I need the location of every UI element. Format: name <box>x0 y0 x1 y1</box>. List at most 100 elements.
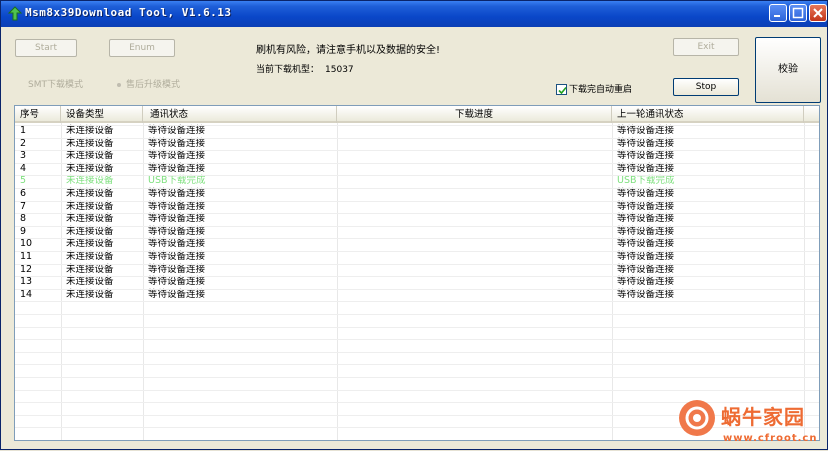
watermark-logo-icon <box>679 400 715 436</box>
start-button[interactable]: Start <box>15 39 77 57</box>
cell-comm-status: 等待设备连接 <box>148 276 206 288</box>
table-row[interactable]: 14 未连接设备 等待设备连接 等待设备连接 <box>15 288 819 302</box>
cell-device-type: 未连接设备 <box>66 238 114 250</box>
table-row[interactable]: 1 未连接设备 等待设备连接 等待设备连接 <box>15 125 819 138</box>
maximize-button[interactable] <box>789 4 807 22</box>
cell-index: 7 <box>20 200 27 212</box>
stop-button[interactable]: Stop <box>673 78 739 96</box>
table-row[interactable]: 7 未连接设备 等待设备连接 等待设备连接 <box>15 200 819 214</box>
cell-last-status: 等待设备连接 <box>617 200 675 212</box>
cell-last-status: 等待设备连接 <box>617 225 675 237</box>
table-row[interactable]: 9 未连接设备 等待设备连接 等待设备连接 <box>15 225 819 239</box>
column-header-index[interactable]: 序号 <box>15 106 61 123</box>
table-row[interactable]: 2 未连接设备 等待设备连接 等待设备连接 <box>15 137 819 151</box>
row-gridline <box>15 263 819 265</box>
minimize-icon <box>774 15 780 17</box>
column-header-progress[interactable]: 下载进度 <box>337 106 612 123</box>
auto-restart-checkbox[interactable]: 下载完自动重启 <box>556 82 632 95</box>
row-gridline <box>15 162 819 164</box>
cell-comm-status: 等待设备连接 <box>148 288 206 300</box>
cell-progress <box>337 289 342 302</box>
after-sales-mode-label: 售后升级模式 <box>126 80 181 90</box>
cell-index: 5 <box>20 175 27 187</box>
column-header-comm-status[interactable]: 通讯状态 <box>143 106 337 123</box>
cell-progress <box>337 125 342 138</box>
row-gridline <box>15 137 819 139</box>
cell-progress <box>337 201 342 214</box>
table-row[interactable]: 13 未连接设备 等待设备连接 等待设备连接 <box>15 276 819 289</box>
device-table: 序号 设备类型 通讯状态 下载进度 上一轮通讯状态 1 未连接设备 等待设备连接 等待… <box>14 105 820 441</box>
table-row[interactable]: 4 未连接设备 等待设备连接 等待设备连接 <box>15 162 819 176</box>
minimize-button[interactable] <box>769 4 787 22</box>
model-info: 当前下载机型： 15037 <box>256 62 354 75</box>
cell-progress <box>337 188 342 201</box>
row-gridline <box>15 326 819 328</box>
exit-button[interactable]: Exit <box>673 38 739 56</box>
cell-device-type: 未连接设备 <box>66 263 114 275</box>
table-row[interactable]: 11 未连接设备 等待设备连接 等待设备连接 <box>15 251 819 264</box>
row-gridline <box>15 175 819 177</box>
auto-restart-label: 下载完自动重启 <box>569 85 633 95</box>
row-gridline <box>15 251 819 252</box>
cell-comm-status: 等待设备连接 <box>148 150 206 162</box>
cell-device-type: 未连接设备 <box>66 213 114 225</box>
row-gridline <box>15 364 819 366</box>
cell-device-type: 未连接设备 <box>66 276 114 288</box>
verify-button[interactable]: 校验 <box>755 37 821 103</box>
row-gridline <box>15 377 819 378</box>
table-row[interactable]: 5 未连接设备 USB下载完成 USB下载完成 <box>15 175 819 188</box>
cell-index: 11 <box>20 251 33 262</box>
cell-device-type: 未连接设备 <box>66 288 114 300</box>
cell-last-status: 等待设备连接 <box>617 288 675 300</box>
row-gridline <box>15 200 819 202</box>
row-gridline <box>15 288 819 290</box>
cell-index: 3 <box>20 150 27 162</box>
smt-mode-option[interactable]: SMT下载模式 <box>28 77 83 90</box>
after-sales-mode-option[interactable]: 售后升级模式 <box>117 77 180 90</box>
cell-progress <box>337 276 342 289</box>
cell-last-status: 等待设备连接 <box>617 137 675 149</box>
column-header-device-type[interactable]: 设备类型 <box>61 106 143 123</box>
cell-progress <box>337 264 342 277</box>
checkbox-box[interactable] <box>556 84 567 95</box>
cell-last-status: 等待设备连接 <box>617 125 675 136</box>
table-header: 序号 设备类型 通讯状态 下载进度 上一轮通讯状态 <box>15 106 819 123</box>
table-row[interactable]: 10 未连接设备 等待设备连接 等待设备连接 <box>15 238 819 251</box>
cell-device-type: 未连接设备 <box>66 125 114 136</box>
row-gridline <box>15 389 819 391</box>
cell-comm-status: 等待设备连接 <box>148 188 206 199</box>
app-icon <box>7 6 23 21</box>
cell-last-status: 等待设备连接 <box>617 162 675 174</box>
row-gridline <box>15 276 819 278</box>
watermark: 蜗牛家园 www.cfroot.cn <box>677 399 828 451</box>
column-header-filler <box>804 106 819 123</box>
table-row[interactable]: 12 未连接设备 等待设备连接 等待设备连接 <box>15 263 819 277</box>
cell-progress <box>337 251 342 264</box>
cell-device-type: 未连接设备 <box>66 175 114 187</box>
cell-progress <box>337 213 342 226</box>
cell-index: 12 <box>20 263 33 275</box>
cell-index: 4 <box>20 162 27 174</box>
row-gridline <box>15 301 819 303</box>
column-header-last-status[interactable]: 上一轮通讯状态 <box>612 106 804 123</box>
cell-comm-status: 等待设备连接 <box>148 162 206 174</box>
row-gridline <box>15 339 819 341</box>
close-button[interactable] <box>809 4 827 22</box>
cell-device-type: 未连接设备 <box>66 188 114 199</box>
cell-device-type: 未连接设备 <box>66 150 114 162</box>
warning-text: 刷机有风险，请注意手机以及数据的安全! <box>256 45 441 56</box>
enum-button[interactable]: Enum <box>109 39 175 57</box>
cell-progress <box>337 238 342 251</box>
cell-progress <box>337 138 342 151</box>
title-bar[interactable]: Msm8x39Download Tool, V1.6.13 <box>1 1 827 27</box>
cell-progress <box>337 150 342 163</box>
table-row[interactable]: 3 未连接设备 等待设备连接 等待设备连接 <box>15 150 819 163</box>
cell-index: 13 <box>20 276 33 288</box>
cell-index: 1 <box>20 125 27 136</box>
maximize-icon <box>792 7 804 19</box>
table-row[interactable]: 6 未连接设备 等待设备连接 等待设备连接 <box>15 188 819 201</box>
row-gridline <box>15 125 819 126</box>
cell-index: 14 <box>20 288 33 300</box>
table-row[interactable]: 8 未连接设备 等待设备连接 等待设备连接 <box>15 213 819 226</box>
cell-index: 9 <box>20 225 27 237</box>
